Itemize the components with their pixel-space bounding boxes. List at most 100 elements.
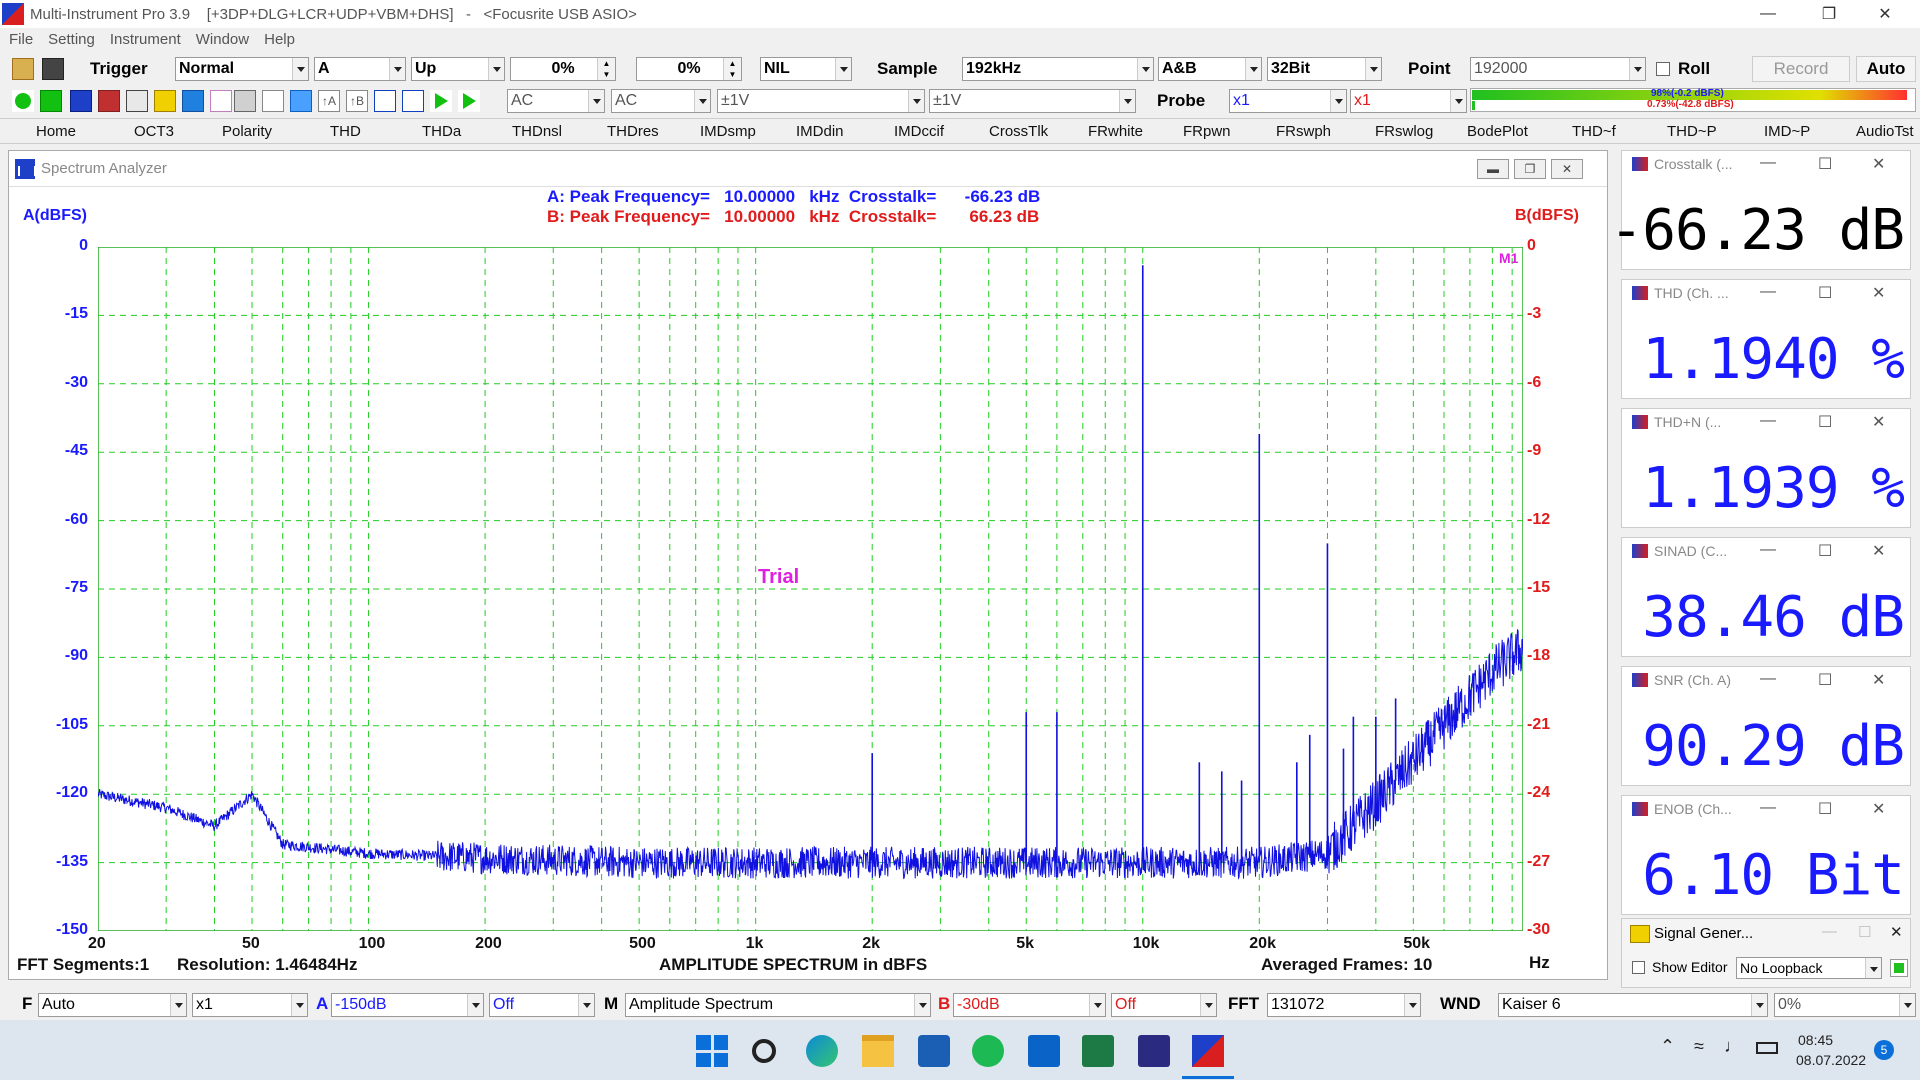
generator-status-icon[interactable] xyxy=(1894,963,1904,973)
restore-button[interactable]: ❐ xyxy=(1806,0,1852,28)
siggen-restore-button[interactable]: ☐ xyxy=(1858,923,1871,941)
calibration-icon[interactable] xyxy=(290,90,312,112)
panel-restore-button[interactable]: ☐ xyxy=(1818,154,1832,174)
volume-icon[interactable]: ♩ xyxy=(1724,1036,1742,1057)
data-logger-icon[interactable] xyxy=(182,90,204,112)
close-button[interactable]: ✕ xyxy=(1862,0,1908,28)
zoom-select[interactable]: x1 xyxy=(192,993,308,1017)
device-test-icon[interactable] xyxy=(234,90,256,112)
nav-thdres[interactable]: THDres xyxy=(607,123,659,140)
spectrum-minimize-button[interactable]: ▬ xyxy=(1477,159,1509,179)
file-explorer-icon[interactable] xyxy=(862,1035,894,1067)
nav-home[interactable]: Home xyxy=(36,123,76,140)
panel-restore-button[interactable]: ☐ xyxy=(1818,283,1832,303)
nav-imddin[interactable]: IMDdin xyxy=(796,123,844,140)
nav-frwhite[interactable]: FRwhite xyxy=(1088,123,1143,140)
spotify-icon[interactable] xyxy=(972,1035,1004,1067)
edge-icon[interactable] xyxy=(806,1035,838,1067)
open-folder-icon[interactable] xyxy=(12,58,34,80)
tray-chevron-icon[interactable]: ⌃ xyxy=(1660,1036,1675,1057)
trigger-mode-select[interactable]: Normal xyxy=(175,57,309,81)
probe-a-select[interactable]: x1 xyxy=(1229,89,1347,113)
search-icon[interactable] xyxy=(752,1039,776,1063)
a-range-select[interactable]: -150dB xyxy=(331,993,484,1017)
nil-select[interactable]: NIL xyxy=(760,57,852,81)
panel-minimize-button[interactable]: — xyxy=(1760,283,1776,301)
multimeter-icon[interactable] xyxy=(126,90,148,112)
lcr-meter-icon[interactable] xyxy=(262,90,284,112)
nav-frswlog[interactable]: FRswlog xyxy=(1375,123,1433,140)
menu-window[interactable]: Window xyxy=(196,31,249,48)
roll-checkbox[interactable] xyxy=(1656,62,1670,76)
menu-file[interactable]: File xyxy=(9,31,33,48)
clock-date[interactable]: 08.07.2022 xyxy=(1796,1052,1866,1068)
trigger-edge-select[interactable]: Up xyxy=(411,57,505,81)
b-range-select[interactable]: -30dB xyxy=(953,993,1106,1017)
nav-thda[interactable]: THDa xyxy=(422,123,461,140)
excel-icon[interactable] xyxy=(1082,1035,1114,1067)
nav-thd-f[interactable]: THD~f xyxy=(1572,123,1616,140)
siggen-minimize-button[interactable]: — xyxy=(1822,923,1837,940)
spectrum-plot[interactable]: M1 Trial xyxy=(98,247,1523,931)
nav-thd[interactable]: THD xyxy=(330,123,361,140)
spectrum-close-button[interactable]: ✕ xyxy=(1551,159,1583,179)
window-function-select[interactable]: Kaiser 6 xyxy=(1498,993,1768,1017)
run-icon[interactable] xyxy=(15,93,31,109)
signal-generator-icon[interactable] xyxy=(154,90,176,112)
nav-crosstlk[interactable]: CrossTlk xyxy=(989,123,1048,140)
panel-close-button[interactable]: ✕ xyxy=(1872,670,1885,690)
panel-restore-button[interactable]: ☐ xyxy=(1818,670,1832,690)
mode-select[interactable]: Amplitude Spectrum xyxy=(625,993,931,1017)
menu-instrument[interactable]: Instrument xyxy=(110,31,181,48)
loopback-select[interactable]: No Loopback xyxy=(1736,957,1882,979)
panel-close-button[interactable]: ✕ xyxy=(1872,799,1885,819)
b-weighting-select[interactable]: Off xyxy=(1111,993,1217,1017)
overlap-select[interactable]: 0% xyxy=(1774,993,1916,1017)
panel-minimize-button[interactable]: — xyxy=(1760,799,1776,817)
align-b-icon[interactable]: ↑B xyxy=(346,90,368,112)
nav-thdnsl[interactable]: THDnsl xyxy=(512,123,562,140)
play-once-icon[interactable] xyxy=(463,93,476,109)
coupling-a-select[interactable]: AC xyxy=(507,89,605,113)
channels-select[interactable]: A&B xyxy=(1158,57,1262,81)
sample-rate-select[interactable]: 192kHz xyxy=(962,57,1154,81)
fft-size-select[interactable]: 131072 xyxy=(1267,993,1421,1017)
panel-close-button[interactable]: ✕ xyxy=(1872,412,1885,432)
spectrum-restore-button[interactable]: ❐ xyxy=(1514,159,1546,179)
record-button[interactable]: Record xyxy=(1752,56,1850,82)
wifi-icon[interactable]: ≈ xyxy=(1694,1036,1704,1057)
bit-depth-select[interactable]: 32Bit xyxy=(1267,57,1382,81)
panel-minimize-button[interactable]: — xyxy=(1760,670,1776,688)
nav-polarity[interactable]: Polarity xyxy=(222,123,272,140)
minimize-button[interactable]: — xyxy=(1745,0,1791,28)
nav-frpwn[interactable]: FRpwn xyxy=(1183,123,1231,140)
nav-bodeplot[interactable]: BodePlot xyxy=(1467,123,1528,140)
panel-close-button[interactable]: ✕ xyxy=(1872,541,1885,561)
store-icon[interactable] xyxy=(918,1035,950,1067)
menu-setting[interactable]: Setting xyxy=(48,31,95,48)
dds-icon[interactable] xyxy=(210,90,232,112)
panel-restore-button[interactable]: ☐ xyxy=(1818,541,1832,561)
nav-audiotst[interactable]: AudioTst xyxy=(1856,123,1914,140)
trigger-level-spinner[interactable]: 0% ▲ ▼ xyxy=(636,57,742,81)
panel-close-button[interactable]: ✕ xyxy=(1872,283,1885,303)
panel-minimize-button[interactable]: — xyxy=(1760,154,1776,172)
notification-badge[interactable]: 5 xyxy=(1874,1040,1894,1060)
a-weighting-select[interactable]: Off xyxy=(489,993,595,1017)
clock-time[interactable]: 08:45 xyxy=(1798,1032,1833,1048)
save-icon[interactable] xyxy=(42,58,64,80)
nav-frswph[interactable]: FRswph xyxy=(1276,123,1331,140)
panel-minimize-button[interactable]: — xyxy=(1760,412,1776,430)
nav-imd-p[interactable]: IMD~P xyxy=(1764,123,1810,140)
frequency-scale-select[interactable]: Auto xyxy=(38,993,187,1017)
pretrigger-spinner[interactable]: 0% ▲ ▼ xyxy=(510,57,616,81)
show-editor-checkbox[interactable] xyxy=(1632,961,1645,974)
nav-oct3[interactable]: OCT3 xyxy=(134,123,174,140)
nav-imdsmp[interactable]: IMDsmp xyxy=(700,123,756,140)
multi-instrument-icon[interactable] xyxy=(1192,1035,1224,1067)
panel-restore-button[interactable]: ☐ xyxy=(1818,799,1832,819)
align-a-icon[interactable]: ↑A xyxy=(318,90,340,112)
outlook-icon[interactable] xyxy=(1028,1035,1060,1067)
spectroscope-icon[interactable] xyxy=(98,90,120,112)
range-b-select[interactable]: ±1V xyxy=(929,89,1136,113)
